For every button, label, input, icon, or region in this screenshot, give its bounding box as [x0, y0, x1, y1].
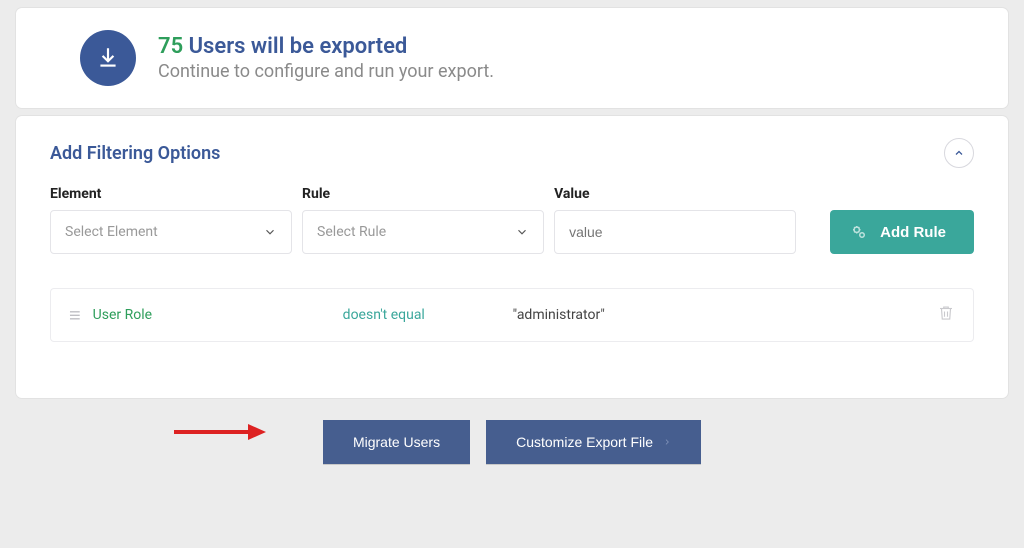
chevron-right-icon	[663, 436, 671, 448]
export-summary-title: 75 Users will be exported	[158, 34, 494, 59]
element-select-placeholder: Select Element	[65, 224, 158, 240]
trash-icon	[937, 303, 955, 323]
add-rule-button[interactable]: Add Rule	[830, 210, 974, 254]
element-label: Element	[50, 186, 292, 202]
element-select[interactable]: Select Element	[50, 210, 292, 254]
filter-input-row: Element Select Element Rule Select Rule …	[50, 186, 974, 254]
add-rule-label: Add Rule	[880, 224, 946, 241]
rule-condition: doesn't equal	[343, 307, 513, 323]
rule-select-placeholder: Select Rule	[317, 224, 386, 240]
export-summary-card: 75 Users will be exported Continue to co…	[16, 8, 1008, 108]
rule-element: User Role	[93, 307, 343, 323]
filter-rule-row: ≡ User Role doesn't equal "administrator…	[50, 288, 974, 342]
chevron-up-icon	[953, 147, 965, 159]
filter-card: Add Filtering Options Element Select Ele…	[16, 116, 1008, 398]
migrate-users-label: Migrate Users	[353, 434, 440, 450]
download-icon	[80, 30, 136, 86]
value-input[interactable]	[554, 210, 796, 254]
rule-field: Rule Select Rule	[302, 186, 544, 254]
export-summary-subtitle: Continue to configure and run your expor…	[158, 61, 494, 82]
rule-value: "administrator"	[513, 307, 937, 323]
pointer-arrow-icon	[170, 422, 266, 442]
footer-actions: Migrate Users Customize Export File	[0, 406, 1024, 478]
migrate-users-button[interactable]: Migrate Users	[323, 420, 470, 464]
collapse-button[interactable]	[944, 138, 974, 168]
value-field: Value	[554, 186, 796, 254]
export-count: 75	[158, 34, 183, 59]
filter-title: Add Filtering Options	[50, 143, 220, 164]
drag-handle-icon[interactable]: ≡	[69, 311, 79, 319]
chevron-down-icon	[263, 225, 277, 239]
gears-icon	[850, 223, 868, 241]
value-label: Value	[554, 186, 796, 202]
customize-export-label: Customize Export File	[516, 434, 653, 450]
customize-export-button[interactable]: Customize Export File	[486, 420, 701, 464]
rule-label: Rule	[302, 186, 544, 202]
export-title-rest: Users will be exported	[183, 34, 407, 59]
element-field: Element Select Element	[50, 186, 292, 254]
rule-select[interactable]: Select Rule	[302, 210, 544, 254]
chevron-down-icon	[515, 225, 529, 239]
delete-rule-button[interactable]	[937, 303, 955, 327]
